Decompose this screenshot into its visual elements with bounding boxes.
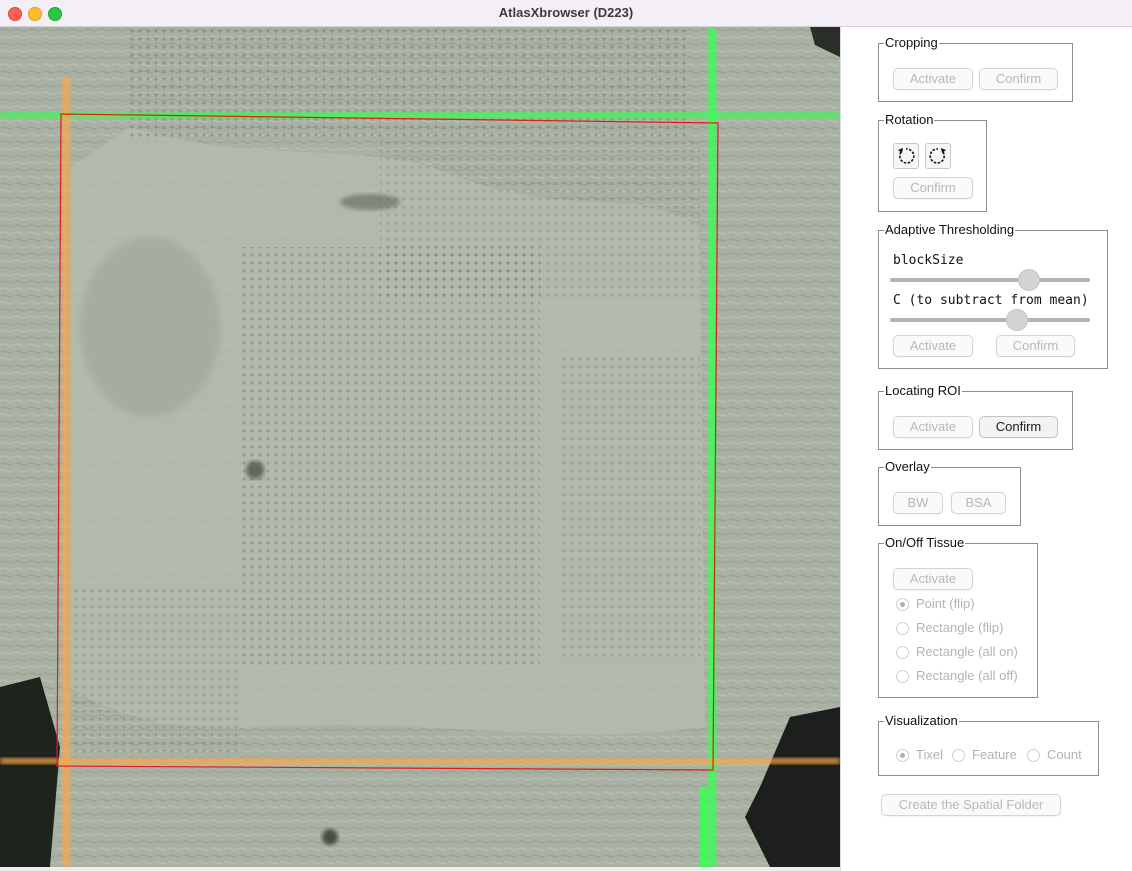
- overlay-bw-button[interactable]: BW: [893, 492, 943, 514]
- roi-group: Locating ROI Activate Confirm: [878, 383, 1073, 450]
- cropping-legend: Cropping: [884, 35, 939, 51]
- visualization-group: Visualization Tixel Feature Count: [878, 713, 1099, 776]
- cropping-activate-button[interactable]: Activate: [893, 68, 973, 90]
- radio-label: Tixel: [916, 747, 943, 762]
- c-slider-track[interactable]: [890, 318, 1090, 322]
- overlay-legend: Overlay: [884, 459, 931, 475]
- rotation-legend: Rotation: [884, 112, 935, 128]
- radio-label: Rectangle (all off): [916, 668, 1018, 683]
- visualization-legend: Visualization: [884, 713, 959, 729]
- roi-legend: Locating ROI: [884, 383, 962, 399]
- create-spatial-folder-button[interactable]: Create the Spatial Folder: [881, 794, 1061, 816]
- radio-label: Rectangle (flip): [916, 620, 1004, 635]
- radio-button[interactable]: [952, 749, 965, 762]
- radio-button[interactable]: [1027, 749, 1040, 762]
- blocksize-slider-thumb[interactable]: [1018, 269, 1040, 291]
- radio-label: Rectangle (all on): [916, 644, 1018, 659]
- tissue-legend: On/Off Tissue: [884, 535, 966, 551]
- window-title: AtlasXbrowser (D223): [498, 5, 634, 20]
- radio-label: Count: [1047, 747, 1082, 762]
- rotation-group: Rotation Confirm: [878, 112, 987, 212]
- radio-button[interactable]: [896, 646, 909, 659]
- radio-label: Point (flip): [916, 596, 975, 611]
- thresholding-group: Adaptive Thresholding blockSize C (to su…: [878, 222, 1108, 369]
- title-bar: AtlasXbrowser (D223): [0, 0, 1132, 27]
- roi-confirm-button[interactable]: Confirm: [979, 416, 1058, 438]
- radio-button[interactable]: [896, 670, 909, 683]
- rotate-cw-button[interactable]: [925, 143, 951, 169]
- rotate-cw-icon: [929, 148, 946, 164]
- overlay-bsa-button[interactable]: BSA: [951, 492, 1006, 514]
- rotate-ccw-button[interactable]: [893, 143, 919, 169]
- roi-activate-button[interactable]: Activate: [893, 416, 973, 438]
- thresholding-legend: Adaptive Thresholding: [884, 222, 1016, 238]
- thresholding-confirm-button[interactable]: Confirm: [996, 335, 1075, 357]
- cropping-group: Cropping Activate Confirm: [878, 35, 1073, 102]
- radio-label: Feature: [972, 747, 1017, 762]
- rotate-ccw-icon: [898, 148, 915, 164]
- thresholding-activate-button[interactable]: Activate: [893, 335, 973, 357]
- image-canvas[interactable]: [0, 27, 840, 867]
- blocksize-label: blockSize: [893, 253, 964, 268]
- c-slider-thumb[interactable]: [1006, 309, 1028, 331]
- radio-button[interactable]: [896, 749, 909, 762]
- c-label: C (to subtract from mean): [893, 293, 1089, 308]
- rotation-confirm-button[interactable]: Confirm: [893, 177, 973, 199]
- control-panel: Cropping Activate Confirm Rotation Confi…: [840, 27, 1132, 871]
- tissue-activate-button[interactable]: Activate: [893, 568, 973, 590]
- cropping-confirm-button[interactable]: Confirm: [979, 68, 1058, 90]
- radio-button[interactable]: [896, 622, 909, 635]
- tissue-image[interactable]: [0, 27, 840, 867]
- blocksize-slider-track[interactable]: [890, 278, 1090, 282]
- radio-button[interactable]: [896, 598, 909, 611]
- overlay-group: Overlay BW BSA: [878, 459, 1021, 526]
- tissue-group: On/Off Tissue Activate Point (flip) Rect…: [878, 535, 1038, 698]
